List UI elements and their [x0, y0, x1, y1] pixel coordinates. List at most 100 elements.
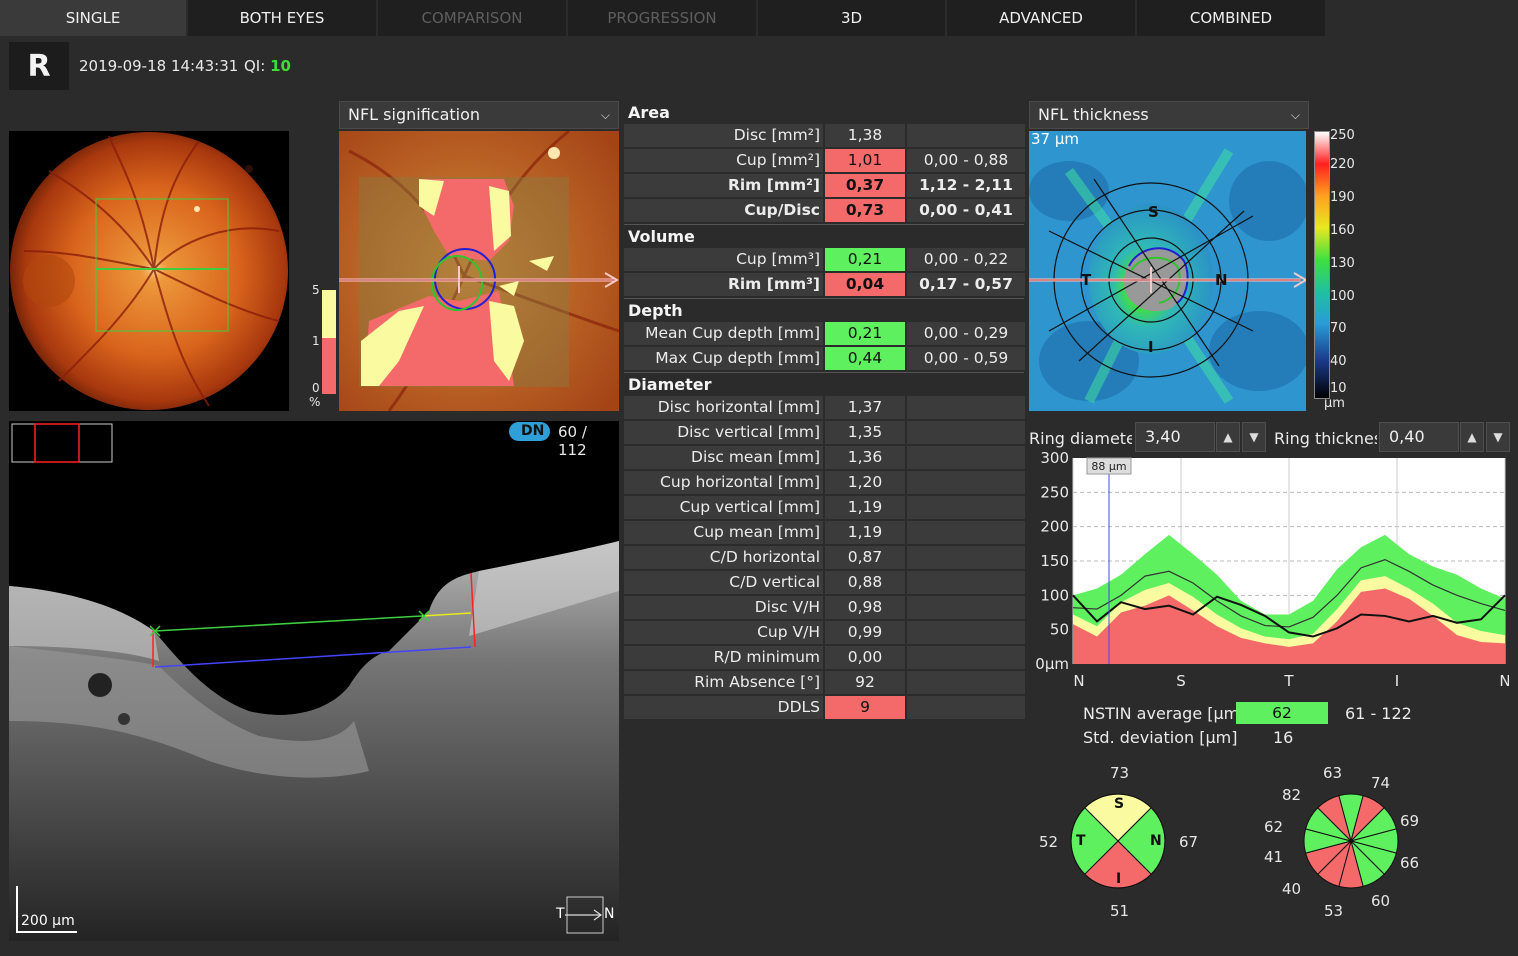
tab-progression[interactable]: PROGRESSION	[568, 0, 757, 36]
oct-bscan[interactable]: DN 60 / 112 200 µm T N	[9, 421, 619, 941]
tab-advanced[interactable]: ADVANCED	[947, 0, 1136, 36]
chevron-down-icon: ⌵	[1290, 108, 1300, 122]
colorbar-tick: 190	[1330, 190, 1355, 205]
row-label: Disc mean [mm]	[624, 446, 824, 469]
row-norm	[906, 446, 1025, 469]
thickness-readout: 37 µm	[1031, 130, 1080, 148]
nfl-signification-dropdown[interactable]: NFL signification ⌵	[339, 101, 619, 129]
legend-unit: %	[309, 395, 321, 409]
row-value: 0,21	[825, 322, 905, 345]
clock-hour-value: 60	[1371, 892, 1391, 910]
tab-combined[interactable]: COMBINED	[1137, 0, 1326, 36]
table-row: Disc vertical [mm] 1,35	[624, 421, 1025, 446]
ring-thickness-down[interactable]: ▼	[1486, 422, 1510, 452]
row-norm	[906, 646, 1025, 669]
row-value: 0,44	[825, 347, 905, 370]
chevron-down-icon: ▼	[1249, 430, 1259, 444]
row-norm: 0,00 - 0,22	[906, 248, 1025, 271]
ring-diameter-label: Ring diameter	[1029, 429, 1132, 448]
row-value: 0,88	[825, 571, 905, 594]
tab-single[interactable]: SINGLE	[0, 0, 187, 36]
eye-indicator: R	[9, 42, 69, 90]
nfl-thickness-dropdown[interactable]: NFL thickness ⌵	[1029, 101, 1309, 129]
ring-diameter-input[interactable]: 3,40 mm	[1135, 422, 1215, 474]
x-tick-label: T	[1283, 672, 1294, 690]
ring-diameter-up[interactable]: ▲	[1216, 422, 1240, 452]
orientation-t: T	[556, 906, 565, 922]
row-norm	[906, 471, 1025, 494]
row-value: 9	[825, 696, 905, 719]
tab-3d[interactable]: 3D	[758, 0, 946, 36]
colorbar-ticks: 250 220 190 160 130 100 70 40 10 µm	[1324, 128, 1370, 418]
table-row: Rim [mm²] 0,37 1,12 - 2,11	[624, 174, 1025, 199]
colorbar-tick: 160	[1330, 223, 1355, 238]
row-label: Max Cup depth [mm]	[624, 347, 824, 370]
row-norm	[906, 396, 1025, 419]
signification-image[interactable]	[339, 129, 620, 412]
quadrant-i-value: 51	[1110, 902, 1130, 920]
y-tick-label: 50	[1050, 621, 1069, 639]
sector-t-label: T	[1081, 271, 1092, 289]
tab-both-eyes[interactable]: BOTH EYES	[188, 0, 377, 36]
row-norm	[906, 671, 1025, 694]
row-norm: 1,12 - 2,11	[906, 174, 1025, 197]
row-value: 1,35	[825, 421, 905, 444]
chevron-up-icon: ▲	[1467, 430, 1477, 444]
chevron-down-icon: ▼	[1493, 430, 1503, 444]
ring-diameter-down[interactable]: ▼	[1242, 422, 1266, 452]
row-value: 1,36	[825, 446, 905, 469]
signification-legend: 5 1 0 %	[309, 282, 336, 412]
table-row: Mean Cup depth [mm] 0,21 0,00 - 0,29	[624, 322, 1025, 347]
qi-value: 10	[270, 57, 291, 75]
row-norm	[906, 124, 1025, 147]
row-norm: 0,17 - 0,57	[906, 273, 1025, 296]
colorbar-tick: 10	[1330, 381, 1347, 396]
thickness-map[interactable]: 37 µm S I T N	[1029, 130, 1309, 411]
dropdown-label: NFL signification	[348, 105, 481, 124]
row-label: Cup [mm³]	[624, 248, 824, 271]
cursor-label: 88 µm	[1091, 460, 1126, 473]
slice-counter: 60 / 112	[558, 423, 587, 459]
orientation-n: N	[604, 906, 615, 922]
quadrant-chart: 73 51 52 67 S I T N	[1030, 760, 1220, 930]
row-norm: 0,00 - 0,88	[906, 149, 1025, 172]
table-row: Cup mean [mm] 1,19	[624, 521, 1025, 546]
row-norm	[906, 546, 1025, 569]
chevron-up-icon: ▲	[1223, 430, 1233, 444]
section-header: Diameter	[624, 372, 1024, 396]
sector-i-label: I	[1148, 338, 1154, 356]
y-tick-label: 150	[1040, 552, 1069, 570]
table-row: DDLS 9	[624, 696, 1025, 721]
quadrant-t-label: T	[1076, 833, 1086, 849]
row-norm	[906, 696, 1025, 719]
tab-comparison[interactable]: COMPARISON	[378, 0, 567, 36]
fundus-image[interactable]	[9, 131, 289, 411]
colorbar-tick: 250	[1330, 128, 1355, 143]
row-label: C/D vertical	[624, 571, 824, 594]
colorbar	[1314, 131, 1330, 399]
table-row: Disc mean [mm] 1,36	[624, 446, 1025, 471]
table-row: C/D horizontal 0,87	[624, 546, 1025, 571]
x-tick-label: N	[1499, 672, 1509, 690]
row-label: Rim [mm²]	[624, 174, 824, 197]
colorbar-tick: 40	[1330, 354, 1347, 369]
row-norm	[906, 596, 1025, 619]
tsnit-chart[interactable]: 88 µm 300 250 200 150 100 50 0µm N S T I N	[1029, 449, 1510, 692]
table-row: R/D minimum 0,00	[624, 646, 1025, 671]
quadrant-i-label: I	[1116, 871, 1122, 887]
legend-red	[322, 338, 336, 394]
row-value: 92	[825, 671, 905, 694]
parameter-table: Area Disc [mm²] 1,38 Cup [mm²] 1,01 0,00 - 0,…	[624, 101, 1025, 721]
x-tick-label: I	[1395, 672, 1399, 690]
x-tick-label: N	[1073, 672, 1084, 690]
ring-thickness-input[interactable]: 0,40 mm	[1379, 422, 1459, 474]
row-label: Rim [mm³]	[624, 273, 824, 296]
tab-bar: SINGLE BOTH EYES COMPARISON PROGRESSION …	[0, 0, 1518, 36]
quality-index: QI: 10	[244, 57, 291, 75]
qi-label: QI:	[244, 57, 266, 75]
clock-hour-value: 40	[1282, 880, 1302, 898]
row-value: 0,21	[825, 248, 905, 271]
quadrant-n-label: N	[1150, 833, 1162, 849]
row-label: Cup V/H	[624, 621, 824, 644]
ring-thickness-up[interactable]: ▲	[1460, 422, 1484, 452]
